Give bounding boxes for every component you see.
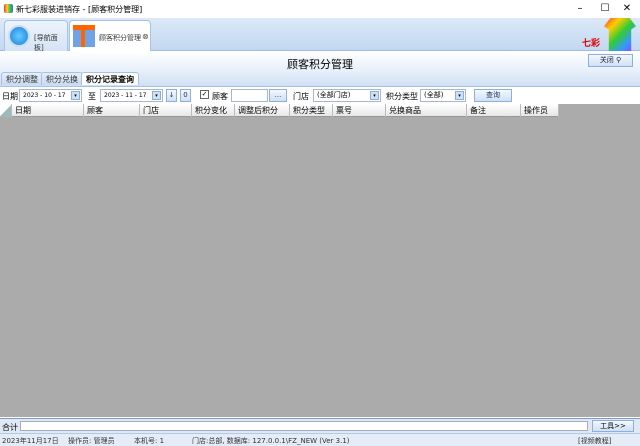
video-tutorial-link[interactable]: [视频教程]: [578, 436, 611, 446]
date-label: 日期: [2, 92, 18, 101]
points-type-label: 积分类型: [386, 92, 418, 101]
select-all-corner[interactable]: [0, 104, 12, 117]
column-header-date[interactable]: 日期: [12, 104, 84, 117]
subtab-points-redeem[interactable]: 积分兑换: [41, 72, 83, 85]
customer-label: 顾客: [212, 92, 228, 101]
column-header-points-change[interactable]: 积分变化: [192, 104, 235, 117]
subtab-points-records[interactable]: 积分记录查询: [81, 72, 139, 85]
column-header-points-after[interactable]: 调整后积分: [235, 104, 290, 117]
app-icon: [4, 4, 13, 13]
gift-icon: [73, 25, 95, 47]
column-header-redeemed-item[interactable]: 兑换商品: [386, 104, 467, 117]
store-select[interactable]: (全部门店) ▾: [313, 89, 381, 102]
customer-checkbox[interactable]: ✓: [200, 90, 209, 99]
down-arrow-button[interactable]: ↓: [166, 89, 177, 102]
grid-header: 日期 顾客 门店 积分变化 调整后积分 积分类型 票号 兑换商品 备注 操作员: [0, 104, 559, 117]
search-icon: ⚲: [616, 56, 622, 64]
dropdown-arrow-icon[interactable]: ▾: [370, 91, 379, 100]
title-bar: 新七彩服装进销存 - [顾客积分管理] – ☐ ✕: [0, 0, 640, 18]
document-tab-strip: [导航面板] 顾客积分管理 ⊗ 七彩: [0, 18, 640, 52]
customer-input[interactable]: [231, 89, 268, 102]
tab-label: 顾客积分管理: [99, 34, 141, 42]
status-bar: 2023年11月17日 操作员: 管理员 本机号: 1 门店:总部, 数据库: …: [0, 433, 640, 446]
subtab-points-adjust[interactable]: 积分调整: [1, 72, 43, 85]
status-date: 2023年11月17日: [2, 437, 59, 445]
browse-customer-button[interactable]: ...: [269, 89, 287, 102]
query-button[interactable]: 查询: [474, 89, 512, 102]
page-header: 顾客积分管理 关闭 ⚲ 积分调整 积分兑换 积分记录查询: [0, 51, 640, 86]
brand-logo: [604, 18, 636, 51]
filter-bar: 日期 2023 - 10 - 17 ▾ 至 2023 - 11 - 17 ▾ ↓ 0…: [0, 86, 640, 104]
window-title: 新七彩服装进销存 - [顾客积分管理]: [16, 5, 143, 14]
records-grid[interactable]: 日期 顾客 门店 积分变化 调整后积分 积分类型 票号 兑换商品 备注 操作员: [0, 104, 640, 417]
close-tab-icon[interactable]: ⊗: [142, 32, 149, 41]
totals-bar: 合计 工具>>: [0, 418, 640, 433]
status-operator: 操作员: 管理员: [68, 437, 115, 445]
date-from-value: 2023 - 10 - 17: [23, 92, 66, 99]
status-database: 门店:总部, 数据库: 127.0.0.1\FZ_NEW (Ver 3.1): [192, 437, 350, 445]
tab-label: [导航面板]: [34, 34, 58, 52]
minimize-button[interactable]: –: [570, 2, 590, 16]
date-to-value: 2023 - 11 - 17: [104, 92, 147, 99]
column-header-operator[interactable]: 操作员: [521, 104, 559, 117]
column-header-note[interactable]: 备注: [467, 104, 521, 117]
tab-navigation-panel[interactable]: [导航面板]: [4, 20, 68, 52]
brand-text: 七彩: [582, 39, 601, 49]
date-from-picker[interactable]: 2023 - 10 - 17 ▾: [19, 89, 82, 102]
tab-customer-points[interactable]: 顾客积分管理 ⊗: [69, 20, 151, 51]
close-window-button[interactable]: ✕: [617, 2, 637, 16]
tools-button[interactable]: 工具>>: [592, 420, 634, 432]
totals-label: 合计: [2, 423, 18, 432]
points-type-value: (全部): [424, 91, 444, 99]
store-label: 门店: [293, 92, 309, 101]
to-label: 至: [88, 92, 96, 101]
dropdown-arrow-icon[interactable]: ▾: [71, 91, 80, 100]
column-header-ticket-no[interactable]: 票号: [333, 104, 386, 117]
page-title: 顾客积分管理: [287, 58, 353, 71]
points-type-select[interactable]: (全部) ▾: [420, 89, 466, 102]
column-header-customer[interactable]: 顾客: [84, 104, 140, 117]
close-label: 关闭: [599, 56, 614, 64]
column-header-store[interactable]: 门店: [140, 104, 192, 117]
reset-button[interactable]: 0: [180, 89, 191, 102]
compass-icon: [8, 25, 30, 47]
maximize-button[interactable]: ☐: [595, 2, 615, 16]
column-header-points-type[interactable]: 积分类型: [290, 104, 333, 117]
store-value: (全部门店): [317, 91, 351, 99]
dropdown-arrow-icon[interactable]: ▾: [455, 91, 464, 100]
dropdown-arrow-icon[interactable]: ▾: [152, 91, 161, 100]
close-button[interactable]: 关闭 ⚲: [588, 54, 633, 67]
date-to-picker[interactable]: 2023 - 11 - 17 ▾: [100, 89, 163, 102]
status-machine: 本机号: 1: [134, 437, 165, 445]
totals-field: [20, 421, 588, 431]
